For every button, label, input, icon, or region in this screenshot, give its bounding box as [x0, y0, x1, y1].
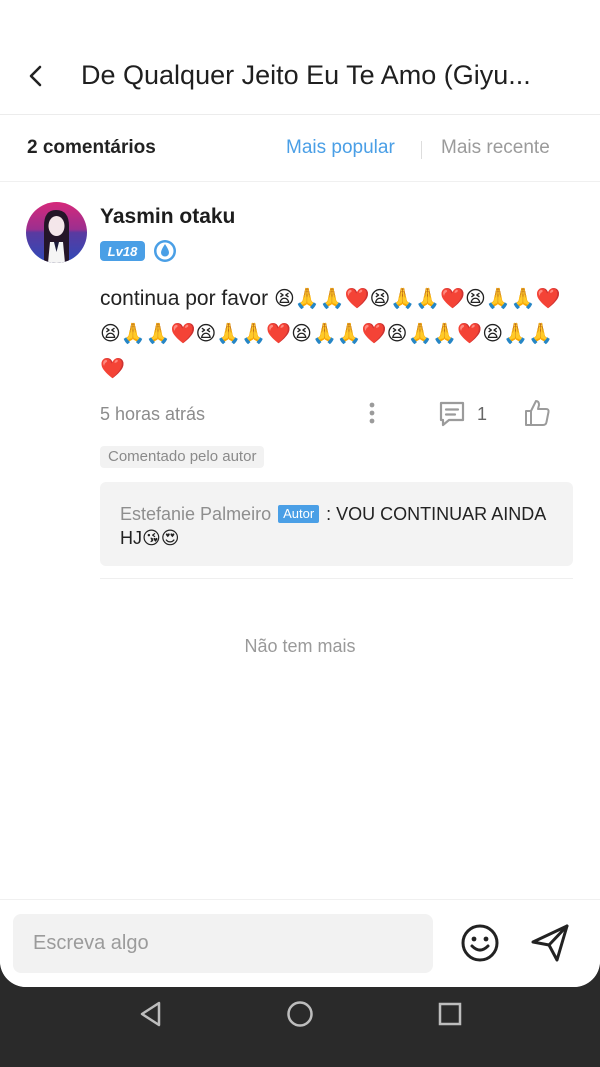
nav-recents-button[interactable] — [436, 1000, 464, 1028]
emoji-button[interactable] — [459, 922, 501, 964]
comment-timestamp: 5 horas atrás — [100, 404, 206, 424]
tab-recent[interactable]: Mais recente — [441, 137, 550, 159]
comment-text: continua por favor 😫🙏🙏❤️😫🙏🙏❤️😫🙏🙏❤️😫🙏🙏❤️😫… — [100, 281, 570, 386]
nav-back-button[interactable] — [137, 1000, 165, 1028]
water-drop-badge-icon — [153, 239, 177, 263]
reply-count: 1 — [477, 403, 488, 424]
more-vertical-icon — [369, 402, 375, 424]
level-badge: Lv18 — [100, 241, 145, 261]
comment-icon — [439, 401, 465, 427]
circle-home-icon — [287, 1001, 313, 1027]
like-button[interactable] — [522, 398, 552, 428]
android-navigation-bar — [0, 987, 600, 1067]
username[interactable]: Yasmin otaku — [100, 205, 235, 229]
reply-author[interactable]: Estefanie Palmeiro — [120, 504, 271, 524]
end-of-list-text: Não tem mais — [244, 636, 356, 656]
thumbs-up-icon — [525, 400, 550, 426]
comment-count: 2 comentários — [27, 137, 156, 158]
reply-content: Estefanie Palmeiro Autor : VOU CONTINUAR… — [120, 502, 550, 550]
send-button[interactable] — [529, 922, 571, 964]
screen: De Qualquer Jeito Eu Te Amo (Giyu... 2 c… — [0, 0, 600, 987]
avatar-image — [26, 202, 87, 263]
more-options-button[interactable] — [359, 400, 385, 426]
author-reply[interactable]: Estefanie Palmeiro Autor : VOU CONTINUAR… — [100, 482, 573, 566]
send-icon — [531, 924, 569, 962]
back-button[interactable] — [18, 58, 54, 94]
reply-button[interactable]: 1 — [437, 399, 487, 429]
top-bar: De Qualquer Jeito Eu Te Amo (Giyu... — [0, 40, 600, 115]
avatar[interactable] — [26, 202, 87, 263]
divider — [100, 578, 573, 579]
triangle-back-icon — [140, 1001, 161, 1027]
square-recents-icon — [438, 1002, 462, 1026]
chevron-left-icon — [29, 65, 42, 87]
page-title: De Qualquer Jeito Eu Te Amo (Giyu... — [81, 60, 531, 90]
comment-composer — [0, 899, 600, 987]
divider — [421, 141, 422, 159]
nav-home-button[interactable] — [286, 1000, 314, 1028]
comment-text-prefix: continua por favor — [100, 287, 274, 310]
author-commented-tag: Comentado pelo autor — [100, 446, 265, 468]
author-badge: Autor — [278, 505, 320, 523]
smiley-icon — [461, 924, 499, 962]
tab-popular[interactable]: Mais popular — [286, 137, 395, 159]
sort-bar: 2 comentários Mais popular Mais recente — [0, 115, 600, 182]
comment-input[interactable] — [13, 914, 433, 973]
